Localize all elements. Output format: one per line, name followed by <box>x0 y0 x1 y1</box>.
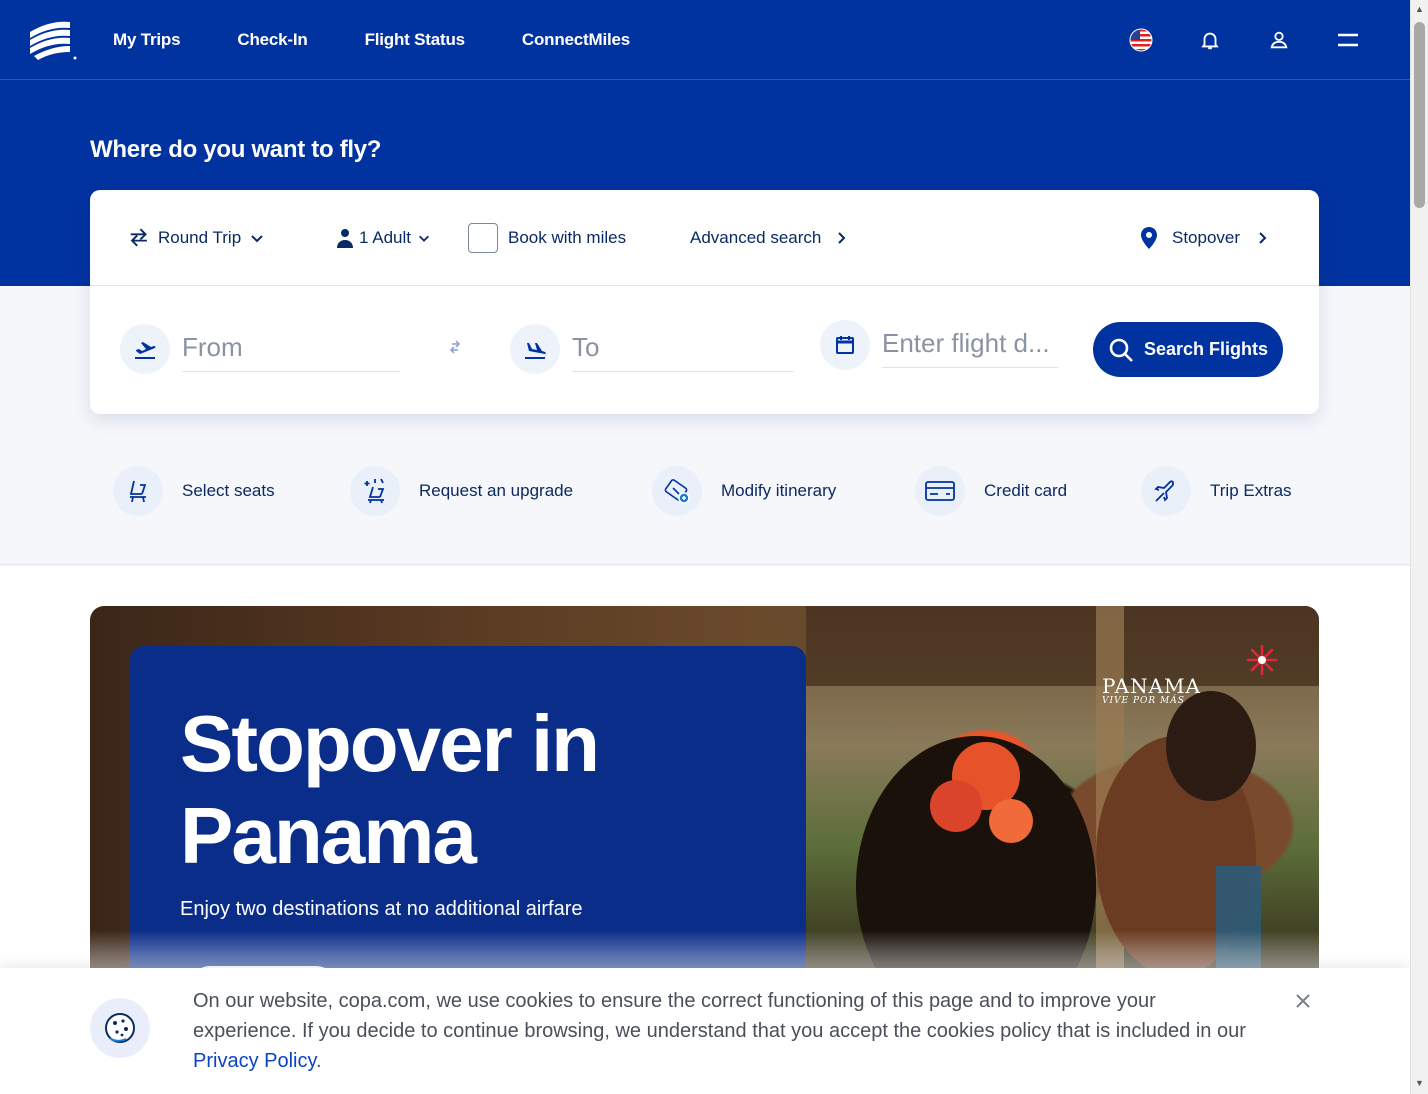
quick-link-label: Select seats <box>182 481 275 500</box>
plane-icon <box>1141 466 1191 516</box>
quick-link-label: Request an upgrade <box>419 481 574 500</box>
hero-title: Where do you want to fly? <box>90 136 382 163</box>
search-options-row: Round Trip 1 Adult Book with miles Advan… <box>90 190 1319 286</box>
scrollbar-thumb[interactable] <box>1414 22 1425 208</box>
bell-icon[interactable] <box>1198 28 1222 52</box>
nav-icons <box>1129 0 1360 80</box>
promo-subtitle: Enjoy two destinations at no additional … <box>180 898 583 920</box>
upgrade-seat-icon <box>350 466 400 516</box>
privacy-policy-link[interactable]: Privacy Policy <box>193 1050 316 1072</box>
cookie-message: On our website, copa.com, we use cookies… <box>193 986 1263 1076</box>
plane-takeoff-icon <box>120 324 170 374</box>
book-with-miles-checkbox[interactable] <box>468 223 498 253</box>
search-flights-button[interactable]: Search Flights <box>1093 322 1283 377</box>
scroll-down-icon[interactable]: ▼ <box>1415 1078 1425 1088</box>
date-input-wrap <box>882 320 1058 368</box>
user-icon[interactable] <box>1267 28 1291 52</box>
promo-title: Stopover in Panama <box>180 699 600 880</box>
to-input[interactable] <box>572 332 794 363</box>
seat-icon <box>113 466 163 516</box>
flight-search-card: Round Trip 1 Adult Book with miles Advan… <box>90 190 1319 414</box>
book-with-miles-label: Book with miles <box>508 228 627 247</box>
chevron-down-icon <box>251 235 263 243</box>
to-field <box>510 324 794 374</box>
from-input[interactable] <box>182 332 400 363</box>
date-field <box>820 320 1058 370</box>
brand-name: PANAMA <box>1102 674 1201 698</box>
nav-flight-status[interactable]: Flight Status <box>365 30 466 50</box>
nav-connectmiles[interactable]: ConnectMiles <box>522 30 630 50</box>
nav-check-in[interactable]: Check-In <box>237 30 307 50</box>
quick-link-label: Modify itinerary <box>721 481 837 500</box>
swap-origin-destination-icon[interactable] <box>446 338 464 356</box>
quick-links: Select seats Request an upgrade Modify i… <box>0 440 1410 565</box>
quick-link-request-upgrade[interactable]: Request an upgrade <box>350 466 573 516</box>
calendar-icon <box>820 320 870 370</box>
close-icon[interactable] <box>1292 990 1314 1012</box>
sun-flower-icon <box>1246 644 1278 676</box>
cookie-banner: On our website, copa.com, we use cookies… <box>0 968 1410 1094</box>
location-pin-icon <box>1141 227 1157 249</box>
passengers-select[interactable]: 1 Adult <box>335 190 431 286</box>
top-navigation: My Trips Check-In Flight Status ConnectM… <box>0 0 1410 80</box>
passengers-label: 1 Adult <box>359 228 411 247</box>
menu-icon[interactable] <box>1336 28 1360 52</box>
quick-link-modify-itinerary[interactable]: Modify itinerary <box>652 466 836 516</box>
trip-type-label: Round Trip <box>158 228 242 247</box>
chevron-right-icon <box>838 232 846 244</box>
quick-link-label: Trip Extras <box>1210 481 1292 500</box>
search-flights-label: Search Flights <box>1143 339 1269 359</box>
cookie-text: On our website, copa.com, we use cookies… <box>193 990 1246 1042</box>
main-nav: My Trips Check-In Flight Status ConnectM… <box>113 0 687 80</box>
quick-link-credit-card[interactable]: Credit card <box>915 466 1067 516</box>
quick-link-select-seats[interactable]: Select seats <box>113 466 275 516</box>
stopover-label: Stopover <box>1172 228 1241 247</box>
ticket-edit-icon <box>652 466 702 516</box>
copa-logo[interactable] <box>28 18 78 62</box>
advanced-search-label: Advanced search <box>690 228 822 247</box>
quick-link-label: Credit card <box>984 481 1068 500</box>
to-input-wrap <box>572 324 794 372</box>
nav-my-trips[interactable]: My Trips <box>113 30 181 50</box>
panama-brand-logo: PANAMA VIVE POR MÁS <box>1102 644 1278 706</box>
from-input-wrap <box>182 324 400 372</box>
search-icon <box>1109 338 1133 362</box>
page-scrollbar[interactable]: ▲ ▼ <box>1410 0 1428 1094</box>
book-with-miles-option[interactable]: Book with miles <box>468 190 626 286</box>
advanced-search-link[interactable]: Advanced search <box>690 190 847 286</box>
scroll-up-icon[interactable]: ▲ <box>1415 4 1425 14</box>
date-input[interactable] <box>882 328 1058 359</box>
person-icon <box>337 229 353 248</box>
cookie-icon <box>90 998 150 1058</box>
us-flag-icon[interactable] <box>1129 28 1153 52</box>
stopover-link[interactable]: Stopover <box>1140 190 1268 286</box>
chevron-down-icon <box>419 235 429 242</box>
content-fade <box>0 930 1410 970</box>
quick-link-trip-extras[interactable]: Trip Extras <box>1141 466 1292 516</box>
swap-arrows-icon <box>130 228 147 247</box>
trip-type-select[interactable]: Round Trip <box>128 190 265 286</box>
chevron-right-icon <box>1259 232 1267 244</box>
credit-card-icon <box>915 466 965 516</box>
from-field <box>120 324 400 374</box>
plane-landing-icon <box>510 324 560 374</box>
cookie-end: . <box>316 1050 322 1072</box>
